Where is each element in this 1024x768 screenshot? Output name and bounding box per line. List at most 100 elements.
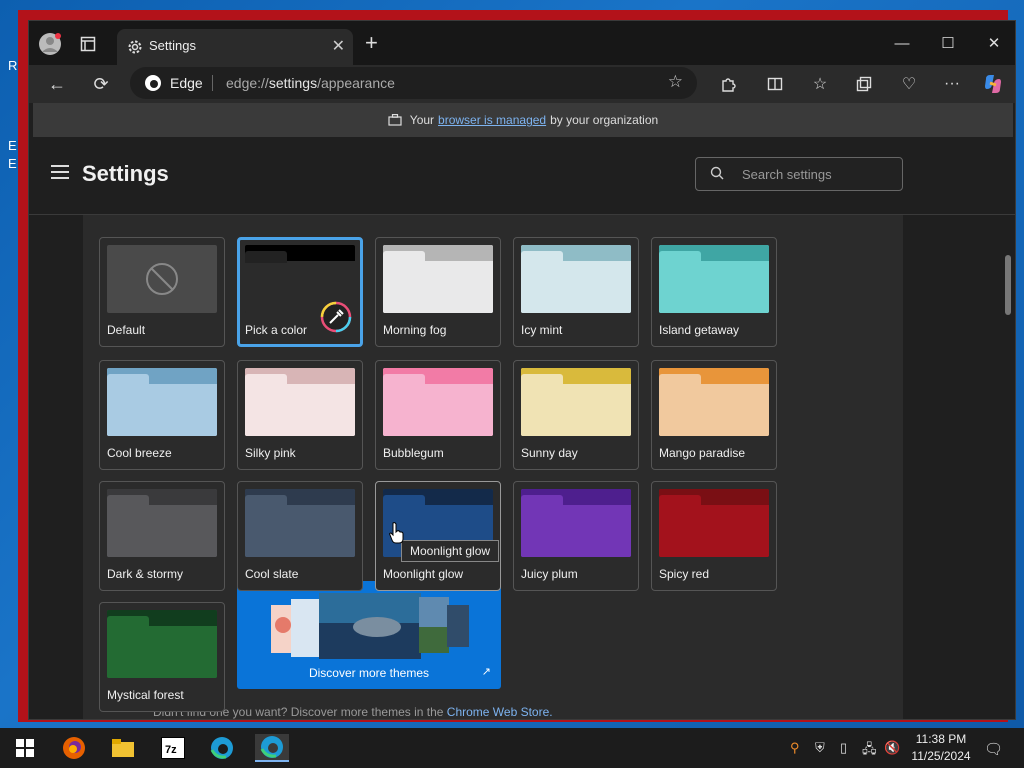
desktop-fragment: R — [8, 58, 18, 73]
favorite-star-icon[interactable]: ☆ — [668, 72, 683, 92]
theme-label: Mystical forest — [107, 688, 184, 702]
scrollbar-thumb[interactable] — [1005, 255, 1011, 315]
back-icon[interactable]: ← — [43, 71, 71, 97]
theme-card[interactable]: Juicy plum — [513, 481, 639, 591]
hand-cursor-icon — [389, 522, 404, 544]
copilot-icon[interactable] — [980, 71, 1006, 97]
theme-card[interactable]: Icy mint — [513, 237, 639, 347]
theme-card[interactable]: Dark & stormy — [99, 481, 225, 591]
edge-active-taskbar-icon[interactable] — [255, 734, 289, 762]
file-explorer-icon[interactable] — [108, 734, 138, 762]
theme-card[interactable]: Mango paradise — [651, 360, 777, 470]
search-input[interactable]: Search settings — [695, 157, 903, 191]
theme-swatch — [521, 489, 631, 557]
battery-icon[interactable]: ▯ — [840, 740, 847, 756]
theme-label: Island getaway — [659, 323, 740, 337]
external-link-icon: ↗ — [481, 666, 491, 678]
desktop-fragment: E — [8, 156, 17, 171]
theme-label: Juicy plum — [521, 567, 578, 581]
close-window-icon[interactable]: ✕ — [971, 29, 1015, 57]
browser-essentials-icon[interactable]: ♡ — [896, 71, 922, 97]
search-placeholder: Search settings — [742, 167, 832, 182]
discover-themes-label: Discover more themes — [308, 666, 430, 680]
theme-card[interactable]: Cool breeze — [99, 360, 225, 470]
svg-text:7z: 7z — [165, 744, 177, 756]
theme-label: Dark & stormy — [107, 567, 184, 581]
more-menu-icon[interactable]: ··· — [939, 71, 965, 97]
clock-date: 11/25/2024 — [911, 749, 971, 763]
managed-link[interactable]: browser is managed — [438, 113, 546, 127]
theme-swatch — [107, 245, 217, 313]
tab-bar: Settings ✕ + — ☐ ✕ — [29, 21, 1015, 65]
minimize-icon[interactable]: — — [879, 29, 925, 57]
maximize-icon[interactable]: ☐ — [925, 29, 971, 57]
notifications-icon[interactable]: 🗨 — [984, 740, 1003, 758]
workspaces-icon[interactable] — [75, 31, 101, 57]
theme-label: Bubblegum — [383, 446, 444, 460]
web-store-link[interactable]: Chrome Web Store. — [447, 705, 553, 719]
search-tray-icon[interactable]: ⚲ — [790, 740, 800, 756]
tab-settings[interactable]: Settings ✕ — [117, 29, 353, 65]
split-screen-icon[interactable] — [762, 71, 788, 97]
theme-card[interactable]: Cool slate — [237, 481, 363, 591]
taskbar: 7z ⚲ ⛨ ▯ 🖧 🔇 11:38 PM 11/25/2024 🗨 — [0, 728, 1024, 768]
settings-content: Discover more themes ↗ Didn't find one y… — [29, 215, 1015, 719]
theme-card[interactable]: Default — [99, 237, 225, 347]
profile-avatar-icon[interactable] — [37, 31, 63, 57]
theme-swatch — [245, 489, 355, 557]
theme-card[interactable]: Spicy red — [651, 481, 777, 591]
theme-label: Pick a color — [245, 323, 308, 337]
theme-card[interactable]: Morning fog — [375, 237, 501, 347]
menu-icon[interactable] — [51, 165, 69, 179]
theme-label: Moonlight glow — [383, 567, 464, 581]
edge-logo-icon — [145, 75, 161, 91]
theme-card[interactable]: Mystical forest — [99, 602, 225, 712]
favorites-icon[interactable]: ☆ — [807, 71, 833, 97]
desktop-fragment: E — [8, 138, 17, 153]
security-shield-icon[interactable]: ⛨ — [815, 740, 825, 756]
system-clock[interactable]: 11:38 PM 11/25/2024 — [906, 731, 976, 765]
managed-prefix: Your — [409, 113, 435, 127]
theme-label: Sunny day — [521, 446, 578, 460]
gear-icon — [128, 40, 142, 54]
theme-swatch — [659, 245, 769, 313]
volume-muted-icon[interactable]: 🔇 — [884, 740, 900, 756]
theme-label: Morning fog — [383, 323, 447, 337]
color-picker-icon[interactable] — [320, 301, 352, 333]
briefcase-icon — [388, 114, 402, 126]
managed-banner: Your browser is managed by your organiza… — [33, 103, 1013, 137]
start-windows-icon[interactable] — [10, 734, 40, 762]
theme-swatch — [659, 368, 769, 436]
new-tab-icon[interactable]: + — [365, 31, 378, 55]
address-bar[interactable]: Edge edge://settings/appearance ☆ — [130, 67, 697, 99]
theme-swatch — [521, 245, 631, 313]
page-title: Settings — [82, 161, 169, 186]
theme-card[interactable]: Silky pink — [237, 360, 363, 470]
settings-header: Settings Search settings — [29, 137, 1015, 215]
theme-label: Cool slate — [245, 567, 299, 581]
theme-swatch — [383, 368, 493, 436]
address-url[interactable]: edge://settings/appearance — [226, 75, 395, 91]
theme-card[interactable]: Island getaway — [651, 237, 777, 347]
tab-title: Settings — [149, 38, 196, 53]
refresh-icon[interactable]: ⟳ — [87, 71, 115, 97]
no-theme-icon — [146, 263, 178, 295]
theme-card[interactable]: Bubblegum — [375, 360, 501, 470]
discover-themes-card[interactable]: Discover more themes ↗ — [237, 581, 501, 689]
theme-swatch — [383, 245, 493, 313]
theme-swatch — [107, 368, 217, 436]
theme-label: Silky pink — [245, 446, 296, 460]
edge-window: Settings ✕ + — ☐ ✕ ← ⟳ Edge edge://setti… — [28, 20, 1016, 720]
7zip-icon[interactable]: 7z — [158, 734, 188, 762]
network-icon[interactable]: 🖧 — [862, 740, 877, 762]
firefox-icon[interactable] — [59, 734, 89, 762]
collections-icon[interactable] — [851, 71, 877, 97]
theme-card[interactable]: Pick a color — [237, 237, 363, 347]
theme-swatch — [521, 368, 631, 436]
theme-card[interactable]: Sunny day — [513, 360, 639, 470]
themes-collage-image — [271, 593, 469, 659]
edge-taskbar-icon[interactable] — [207, 734, 237, 762]
close-tab-icon[interactable]: ✕ — [332, 36, 345, 56]
extensions-icon[interactable] — [715, 71, 741, 97]
search-icon — [710, 166, 724, 180]
